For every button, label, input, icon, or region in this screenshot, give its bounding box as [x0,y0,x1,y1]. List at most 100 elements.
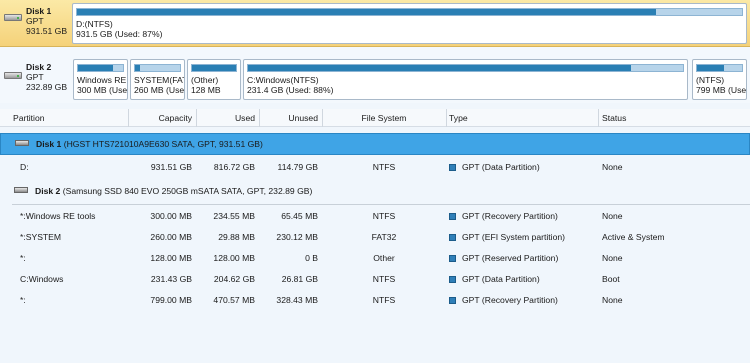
column-header-capacity[interactable]: Capacity [130,113,192,123]
cell-unused: 114.79 GB [277,162,318,172]
disk-size: 232.89 GB [26,82,68,92]
disk-group-row-disk-2[interactable]: Disk 2 (Samsung SSD 840 EVO 250GB mSATA … [0,181,750,202]
cell-capacity: 799.00 MB [150,295,192,305]
cell-type-text: GPT (Data Partition) [462,162,540,172]
cell-used: 234.55 MB [213,211,255,221]
column-divider[interactable] [598,109,599,127]
cell-capacity: 300.00 MB [150,211,192,221]
partition-detail: 931.5 GB (Used: 87%) [76,29,163,39]
column-divider[interactable] [446,109,447,127]
partition-block-windows-re[interactable]: Windows RE 300 MB (Use [73,59,128,100]
cell-type: GPT (EFI System partition) [449,232,565,242]
cell-capacity: 931.51 GB [150,162,192,172]
disk-group-name: Disk 2 [35,186,61,196]
table-row[interactable]: D: 931.51 GB 816.72 GB 114.79 GB NTFS GP… [0,157,750,178]
column-divider[interactable] [196,109,197,127]
partition-block-d[interactable]: D:(NTFS) 931.5 GB (Used: 87%) [72,3,747,44]
cell-status: None [602,211,623,221]
cell-type-text: GPT (EFI System partition) [462,232,565,242]
disk-map-row-disk-1[interactable]: Disk 1 GPT 931.51 GB D:(NTFS) 931.5 GB (… [0,0,750,47]
column-divider[interactable] [322,109,323,127]
cell-capacity: 128.00 MB [150,253,192,263]
table-row[interactable]: *: 128.00 MB 128.00 MB 0 B Other GPT (Re… [0,248,750,269]
usage-bar [77,64,124,72]
partition-detail: 799 MB (Use [696,85,747,95]
cell-unused: 26.81 GB [281,274,318,284]
partition-block-recovery[interactable]: (NTFS) 799 MB (Use [692,59,747,100]
cell-unused: 230.12 MB [276,232,318,242]
disk-2-label: Disk 2 GPT 232.89 GB [0,58,71,92]
disk-group-row-disk-1[interactable]: Disk 1 (HGST HTS721010A9E630 SATA, GPT, … [0,133,750,155]
cell-used: 128.00 MB [213,253,255,263]
cell-unused: 0 B [305,253,318,263]
disk-1-label: Disk 1 GPT 931.51 GB [0,2,71,36]
table-row[interactable]: *:Windows RE tools 300.00 MB 234.55 MB 6… [0,206,750,227]
disk-type: GPT [26,16,44,26]
cell-type: GPT (Recovery Partition) [449,211,558,221]
usage-bar [247,64,684,72]
partition-detail: 128 MB [191,85,221,95]
cell-partition: D: [20,162,29,172]
cell-status: None [602,295,623,305]
table-row[interactable]: *: 799.00 MB 470.57 MB 328.43 MB NTFS GP… [0,290,750,311]
partition-type-icon [449,255,456,262]
partition-type-icon [449,276,456,283]
column-header-used[interactable]: Used [198,113,255,123]
column-divider[interactable] [259,109,260,127]
cell-partition: *:SYSTEM [20,232,62,242]
cell-type: GPT (Data Partition) [449,274,540,284]
partition-label: SYSTEM(FAT [134,75,185,85]
cell-type-text: GPT (Recovery Partition) [462,211,558,221]
usage-bar [134,64,181,72]
cell-status: None [602,162,623,172]
cell-partition: *: [20,295,26,305]
cell-partition: *: [20,253,26,263]
cell-used: 204.62 GB [213,274,255,284]
partition-detail: 260 MB (Use [134,85,185,95]
partition-detail: 231.4 GB (Used: 88%) [247,85,334,95]
cell-file-system: NTFS [372,274,396,284]
table-row[interactable]: C:Windows 231.43 GB 204.62 GB 26.81 GB N… [0,269,750,290]
cell-file-system: Other [373,253,395,263]
column-header-type[interactable]: Type [449,113,468,123]
usage-bar-fill [192,65,236,71]
group-divider [12,204,750,205]
partition-type-icon [449,213,456,220]
cell-type: GPT (Data Partition) [449,162,540,172]
partition-block-other[interactable]: (Other) 128 MB [187,59,241,100]
disk-size: 931.51 GB [26,26,68,36]
disk-group-name: Disk 1 [36,139,62,149]
partition-type-icon [449,297,456,304]
column-header-partition[interactable]: Partition [13,113,45,123]
column-divider[interactable] [128,109,129,127]
cell-file-system: FAT32 [371,232,397,242]
cell-capacity: 231.43 GB [150,274,192,284]
cell-type-text: GPT (Data Partition) [462,274,540,284]
column-header-unused[interactable]: Unused [261,113,318,123]
cell-status: Boot [602,274,620,284]
cell-status: Active & System [602,232,665,242]
usage-bar-fill [78,65,114,71]
disk-type: GPT [26,72,44,82]
cell-used: 470.57 MB [213,295,255,305]
hard-disk-icon [14,187,28,193]
cell-file-system: NTFS [372,295,396,305]
column-header-file-system[interactable]: File System [324,113,444,123]
cell-capacity: 260.00 MB [150,232,192,242]
table-row[interactable]: *:SYSTEM 260.00 MB 29.88 MB 230.12 MB FA… [0,227,750,248]
table-header: Partition Capacity Used Unused File Syst… [0,109,750,127]
partition-label: (NTFS) [696,75,725,85]
cell-partition: C:Windows [20,274,64,284]
cell-file-system: NTFS [372,162,396,172]
cell-type-text: GPT (Reserved Partition) [462,253,559,263]
usage-bar-fill [248,65,631,71]
partition-label: Windows RE [77,75,127,85]
partition-block-system[interactable]: SYSTEM(FAT 260 MB (Use [130,59,185,100]
disk-name: Disk 2 [26,62,52,72]
cell-type: GPT (Reserved Partition) [449,253,558,263]
partition-type-icon [449,234,456,241]
usage-bar [76,8,743,16]
column-header-status[interactable]: Status [602,113,626,123]
partition-block-c-windows[interactable]: C:Windows(NTFS) 231.4 GB (Used: 88%) [243,59,688,100]
disk-map-row-disk-2[interactable]: Disk 2 GPT 232.89 GB Windows RE 300 MB (… [0,56,750,102]
